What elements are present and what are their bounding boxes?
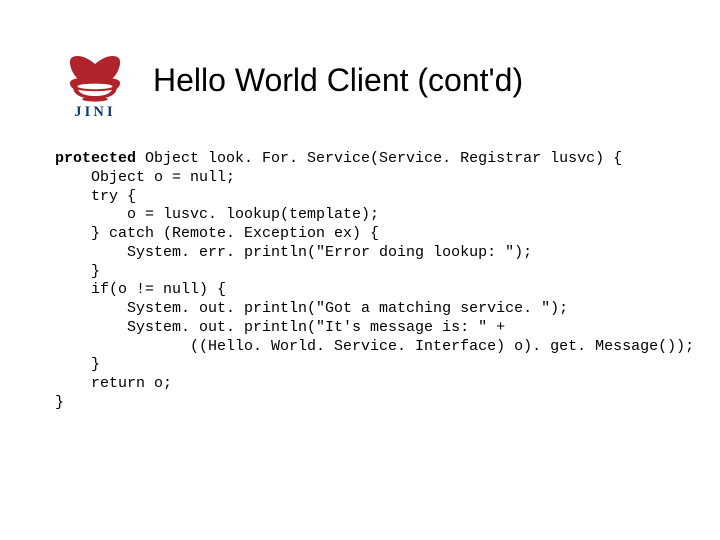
code-line-5: } catch (Remote. Exception ex) { xyxy=(55,225,379,242)
code-line-6: System. err. println("Error doing lookup… xyxy=(55,244,532,261)
code-line-3: try { xyxy=(55,188,136,205)
code-block: protected Object look. For. Service(Serv… xyxy=(0,140,720,413)
slide-title: Hello World Client (cont'd) xyxy=(153,62,523,99)
kw-protected: protected xyxy=(55,150,136,167)
code-line-12: } xyxy=(55,356,100,373)
code-line-8: if(o != null) { xyxy=(55,281,226,298)
svg-text:JINI: JINI xyxy=(74,104,116,120)
code-line-11: ((Hello. World. Service. Interface) o). … xyxy=(55,338,694,355)
jini-logo: JINI xyxy=(55,40,135,120)
code-line-4: o = lusvc. lookup(template); xyxy=(55,206,379,223)
code-line-1: Object look. For. Service(Service. Regis… xyxy=(136,150,622,167)
slide-header: JINI Hello World Client (cont'd) xyxy=(0,0,720,140)
code-line-7: } xyxy=(55,263,100,280)
code-line-9: System. out. println("Got a matching ser… xyxy=(55,300,568,317)
code-line-13: return o; xyxy=(55,375,172,392)
code-line-2: Object o = null; xyxy=(55,169,235,186)
slide: JINI Hello World Client (cont'd) protect… xyxy=(0,0,720,540)
code-line-10: System. out. println("It's message is: "… xyxy=(55,319,505,336)
code-line-14: } xyxy=(55,394,64,411)
